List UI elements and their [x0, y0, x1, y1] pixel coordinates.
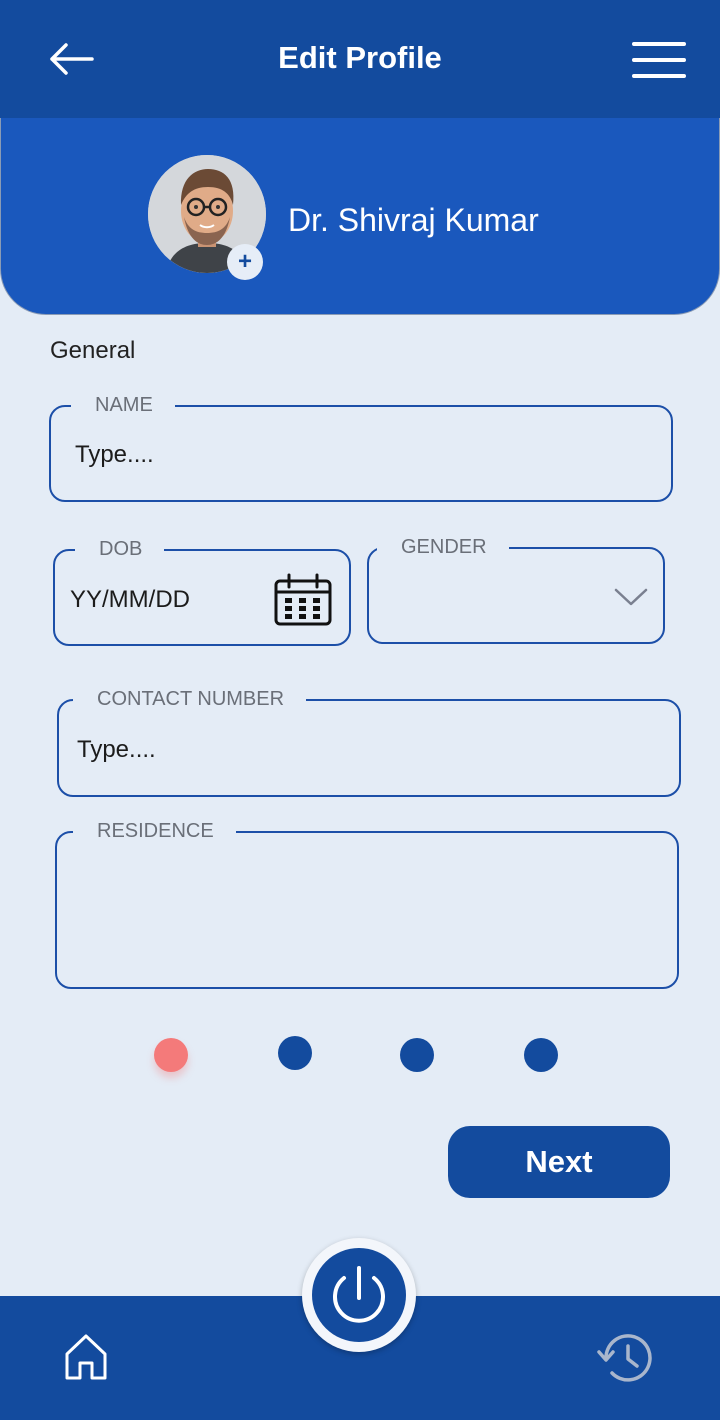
gender-select[interactable]: GENDER [367, 535, 665, 644]
name-field: NAME [49, 393, 673, 502]
section-title-general: General [50, 337, 136, 364]
step-dot-2[interactable] [278, 1036, 312, 1070]
dob-label: DOB [75, 537, 165, 561]
gender-label: GENDER [377, 535, 509, 559]
step-indicator [0, 1034, 720, 1078]
residence-input[interactable] [81, 863, 651, 973]
step-dot-3[interactable] [400, 1038, 434, 1072]
power-button-ring [302, 1238, 416, 1352]
dob-field: DOB [53, 537, 351, 646]
calendar-icon[interactable] [273, 573, 333, 627]
step-dot-1[interactable] [154, 1038, 188, 1072]
contact-number-label: CONTACT NUMBER [73, 687, 307, 711]
contact-number-input[interactable] [77, 735, 637, 765]
menu-button[interactable] [628, 36, 690, 84]
contact-number-field: CONTACT NUMBER [57, 687, 681, 797]
history-icon [597, 1334, 652, 1382]
home-icon [65, 1334, 107, 1380]
profile-header: + Dr. Shivraj Kumar [0, 118, 720, 315]
hamburger-menu-icon [632, 42, 686, 78]
name-label: NAME [71, 393, 175, 417]
dob-input[interactable] [70, 585, 260, 615]
add-photo-button[interactable]: + [227, 244, 263, 280]
residence-field: RESIDENCE [55, 819, 679, 989]
power-button[interactable] [312, 1248, 406, 1342]
profile-name: Dr. Shivraj Kumar [288, 202, 539, 238]
chevron-down-icon [614, 588, 648, 606]
page-title: Edit Profile [278, 40, 442, 75]
residence-label: RESIDENCE [73, 819, 236, 843]
power-icon [333, 1266, 385, 1323]
history-button[interactable] [596, 1330, 656, 1386]
top-app-bar: Edit Profile [0, 0, 720, 118]
step-dot-4[interactable] [524, 1038, 558, 1072]
next-button[interactable]: Next [448, 1126, 670, 1198]
home-button[interactable] [60, 1330, 112, 1382]
name-input[interactable] [75, 440, 635, 470]
